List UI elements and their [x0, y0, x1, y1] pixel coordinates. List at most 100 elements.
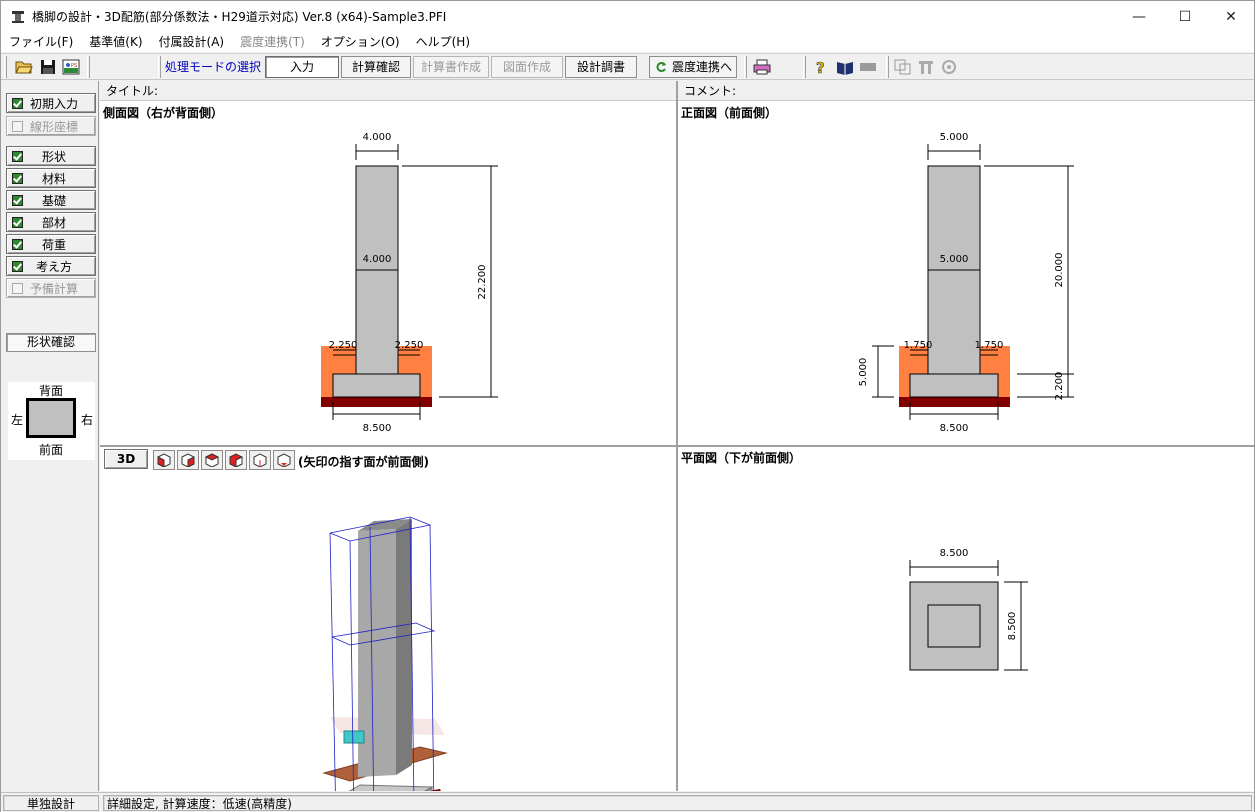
drawing-button[interactable]: 図面作成	[491, 56, 563, 78]
open-folder-icon[interactable]	[14, 57, 34, 77]
pier-column	[355, 165, 399, 377]
nav-load[interactable]: 荷重	[6, 234, 96, 254]
title-header[interactable]: タイトル:	[100, 81, 676, 101]
status-bar: 単独設計 詳細設定, 計算速度：低速(高精度)	[1, 792, 1254, 812]
maximize-button[interactable]: ☐	[1162, 1, 1208, 32]
unchecked-icon	[12, 120, 23, 132]
side-view-pane: 側面図（右が背面側） 4.000 4.000 2.250 2.250 22.20…	[100, 102, 676, 445]
dim-footing-height: 2.200	[1054, 372, 1065, 401]
export-icon[interactable]: PS	[61, 57, 81, 77]
title-bar: 橋脚の設計・3D配筋(部分係数法・H29道示対応) Ver.8 (x64)-Sa…	[1, 1, 1254, 32]
dim-left-height: 5.000	[858, 358, 869, 387]
toolbar-grip[interactable]	[87, 56, 90, 78]
menu-file[interactable]: ファイル(F)	[1, 32, 81, 52]
orient-left-label: 左	[11, 413, 24, 427]
toolbar: PS 処理モードの選択 入力 計算確認 計算書作成 図面作成 設計調書 震度連携…	[1, 53, 1254, 80]
orientation-diagram: 背面 左 右 前面	[8, 382, 95, 460]
dim-width: 8.500	[940, 548, 969, 559]
dim-left-offset: 1.750	[904, 340, 933, 351]
footing	[909, 373, 999, 398]
mode-select-label: 処理モードの選択	[165, 60, 262, 74]
dim-mid-width: 4.000	[363, 254, 392, 265]
app-logo-icon	[12, 10, 24, 23]
svg-text:PS: PS	[71, 63, 77, 69]
toolbar-grip[interactable]	[886, 56, 889, 78]
plan-view-drawing: 8.500 8.500	[909, 548, 1028, 671]
left-nav-panel: 初期入力 線形座標 形状 材料 基礎 部材 荷重 考え方 予備計算 形状確認 背…	[1, 81, 99, 791]
dim-height: 20.000	[1054, 253, 1065, 288]
settings-icon[interactable]	[939, 57, 959, 77]
svg-text:?: ?	[816, 59, 825, 75]
menu-attached-design[interactable]: 付属設計(A)	[151, 32, 233, 52]
nav-material[interactable]: 材料	[6, 168, 96, 188]
nav-initial-input[interactable]: 初期入力	[6, 93, 96, 113]
main-view-area: タイトル: コメント: 側面図（右が背面側） 4.000 4.000 2.250…	[100, 81, 1254, 791]
bar-icon[interactable]	[858, 57, 878, 77]
view-3d-pane: 3D (矢印の指す面が前面側)	[100, 447, 676, 791]
nav-shape[interactable]: 形状	[6, 146, 96, 166]
check-icon	[12, 260, 23, 272]
toolbar-grip[interactable]	[803, 56, 806, 78]
seismic-link-label: 震度連携へ	[671, 60, 732, 74]
nav-member[interactable]: 部材	[6, 212, 96, 232]
toolbar-grip[interactable]	[158, 56, 161, 78]
dim-top-width: 4.000	[363, 132, 392, 143]
link-icon[interactable]	[916, 57, 936, 77]
plan-view-pane: 平面図（下が前面側） 8.500 8.500	[678, 447, 1254, 791]
dim-height: 22.200	[477, 265, 488, 300]
comment-header[interactable]: コメント:	[678, 81, 1254, 101]
dim-footing-width: 8.500	[940, 423, 969, 434]
close-button[interactable]: ✕	[1208, 1, 1254, 32]
status-mode: 単独設計	[3, 795, 99, 811]
shape-check-button[interactable]: 形状確認	[6, 333, 96, 352]
design-report-button[interactable]: 設計調書	[565, 56, 637, 78]
base-layer	[899, 397, 1010, 407]
input-mode-button[interactable]: 入力	[265, 56, 339, 78]
toolbar-grip[interactable]	[4, 56, 7, 78]
menu-options[interactable]: オプション(O)	[313, 32, 408, 52]
check-icon	[12, 238, 23, 250]
window-title: 橋脚の設計・3D配筋(部分係数法・H29道示対応) Ver.8 (x64)-Sa…	[32, 10, 447, 24]
dim-mid-width: 5.000	[940, 254, 969, 265]
seismic-link-button[interactable]: 震度連携へ	[649, 56, 737, 78]
refresh-icon	[656, 62, 666, 72]
calc-report-button[interactable]: 計算書作成	[413, 56, 489, 78]
copy-icon[interactable]	[893, 57, 913, 77]
vertical-splitter[interactable]	[676, 81, 678, 791]
nav-foundation[interactable]: 基礎	[6, 190, 96, 210]
nav-approach[interactable]: 考え方	[6, 256, 96, 276]
nav-preliminary-calc[interactable]: 予備計算	[6, 278, 96, 298]
check-icon	[12, 216, 23, 228]
save-icon[interactable]	[38, 57, 58, 77]
menu-standards[interactable]: 基準値(K)	[81, 32, 150, 52]
check-icon	[12, 97, 23, 109]
dim-top-width: 5.000	[940, 132, 969, 143]
front-view-pane: 正面図（前面側） 5.000 5.000 1.750 1.750 20.000 …	[678, 102, 1254, 445]
calc-check-button[interactable]: 計算確認	[341, 56, 411, 78]
app-window: 橋脚の設計・3D配筋(部分係数法・H29道示対応) Ver.8 (x64)-Sa…	[0, 0, 1255, 812]
print-icon[interactable]	[752, 57, 772, 77]
nav-linear-coords[interactable]: 線形座標	[6, 116, 96, 136]
minimize-button[interactable]: —	[1116, 1, 1162, 32]
dim-depth: 8.500	[1007, 612, 1018, 641]
unchecked-icon	[12, 282, 23, 294]
orient-pier-box	[26, 398, 76, 438]
menu-help[interactable]: ヘルプ(H)	[408, 32, 478, 52]
check-icon	[12, 150, 23, 162]
help-icon[interactable]: ?	[811, 57, 831, 77]
book-icon[interactable]	[835, 57, 855, 77]
orient-top-label: 背面	[39, 384, 64, 398]
pier-3d-model	[322, 516, 448, 791]
orient-right-label: 右	[81, 413, 94, 427]
window-controls: — ☐ ✕	[1116, 1, 1254, 32]
pier-column	[927, 165, 981, 377]
check-icon	[12, 172, 23, 184]
3d-footing-top	[348, 784, 434, 791]
3d-bearing-marker	[343, 730, 365, 744]
dim-left-offset: 2.250	[329, 340, 358, 351]
menu-bar: ファイル(F) 基準値(K) 付属設計(A) 震度連携(T) オプション(O) …	[1, 32, 1254, 52]
menu-seismic-link[interactable]: 震度連携(T)	[232, 32, 313, 52]
toolbar-grip[interactable]	[744, 56, 747, 78]
horizontal-splitter[interactable]	[100, 445, 1254, 447]
dim-footing-width: 8.500	[363, 423, 392, 434]
